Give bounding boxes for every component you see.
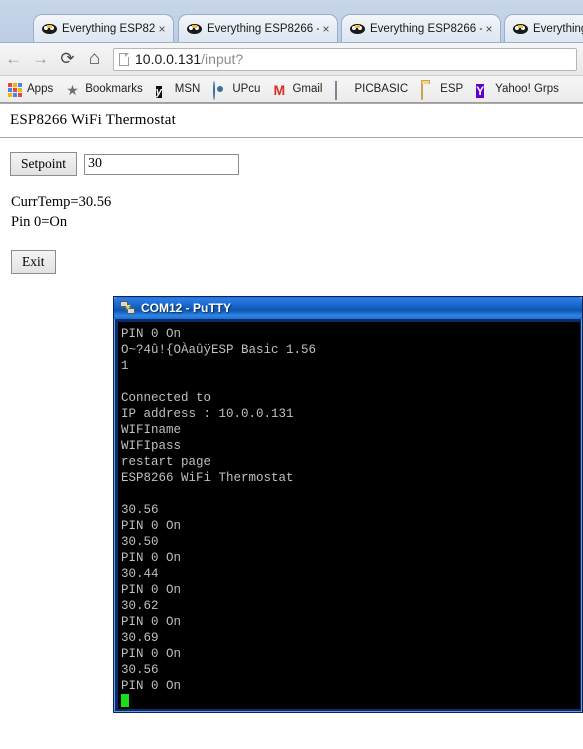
terminal-line: WIFIname bbox=[121, 423, 182, 437]
bookmark-picbasic[interactable]: PICBASIC bbox=[335, 81, 409, 100]
terminal-line: WIFIpass bbox=[121, 439, 182, 453]
close-tab-icon[interactable]: × bbox=[155, 23, 169, 35]
terminal-line: PIN 0 On bbox=[121, 647, 182, 661]
setpoint-form: Setpoint bbox=[0, 138, 583, 176]
browser-tab-3[interactable]: Everything ESP8266 - × bbox=[341, 14, 501, 42]
gmail-glyph: M bbox=[273, 82, 286, 98]
bookmark-esp-folder[interactable]: ESP bbox=[421, 81, 464, 100]
bookmark-label: ESP bbox=[440, 83, 464, 95]
address-bar-text: 10.0.0.131/input? bbox=[135, 51, 243, 67]
navigation-toolbar: ← → ⟳ ⌂ 10.0.0.131/input? bbox=[0, 42, 583, 75]
bookmark-bookmarks[interactable]: ★ Bookmarks bbox=[66, 82, 143, 98]
terminal-line: PIN 0 On bbox=[121, 679, 182, 693]
tab-title: Everything ESP8266 - bbox=[62, 22, 155, 35]
browser-tab-1[interactable]: Everything ESP8266 - × bbox=[33, 14, 174, 42]
terminal-line: PIN 0 On bbox=[121, 327, 182, 341]
back-button[interactable]: ← bbox=[0, 46, 27, 72]
setpoint-input[interactable] bbox=[84, 153, 240, 175]
bookmarks-bar: Apps ★ Bookmarks y MSN UPcu M Gmail PICB… bbox=[0, 75, 583, 103]
site-favicon-icon bbox=[350, 22, 365, 36]
exit-row: Exit bbox=[0, 232, 583, 274]
site-favicon-icon bbox=[42, 22, 57, 36]
apps-grid-icon bbox=[8, 82, 23, 97]
terminal-line: 30.62 bbox=[121, 599, 159, 613]
bookmark-apps[interactable]: Apps bbox=[8, 82, 54, 97]
page-document-icon bbox=[119, 52, 129, 66]
current-temp-text: CurrTemp=30.56 bbox=[11, 194, 112, 210]
putty-title-bar[interactable]: COM12 - PuTTY bbox=[114, 297, 582, 319]
site-favicon-icon bbox=[187, 22, 202, 36]
reload-button[interactable]: ⟳ bbox=[54, 46, 81, 72]
bookmark-upcu[interactable]: UPcu bbox=[213, 81, 261, 100]
upcu-icon bbox=[213, 81, 228, 100]
terminal-line: 30.44 bbox=[121, 567, 159, 581]
bookmark-label: Apps bbox=[27, 83, 54, 95]
terminal-line: 1 bbox=[121, 359, 129, 373]
bookmark-label: Bookmarks bbox=[85, 83, 143, 95]
terminal-line: PIN 0 On bbox=[121, 583, 182, 597]
folder-icon bbox=[421, 81, 436, 100]
tab-title: Everything ESP8266 - bbox=[207, 22, 319, 35]
yahoo-glyph: Y bbox=[476, 84, 485, 98]
terminal-line: 30.56 bbox=[121, 503, 159, 517]
terminal-cursor-line bbox=[121, 694, 580, 709]
terminal-line: PIN 0 On bbox=[121, 519, 182, 533]
tab-title: Everything bbox=[533, 22, 583, 35]
status-readout: CurrTemp=30.56 Pin 0=On bbox=[0, 176, 583, 232]
close-tab-icon[interactable]: × bbox=[482, 23, 496, 35]
screen: Everything ESP8266 - × Everything ESP826… bbox=[0, 0, 583, 749]
address-bar[interactable]: 10.0.0.131/input? bbox=[113, 47, 577, 71]
bookmark-label: MSN bbox=[174, 83, 201, 95]
putty-window-title: COM12 - PuTTY bbox=[141, 301, 232, 315]
pin-state-text: Pin 0=On bbox=[11, 214, 68, 230]
exit-button[interactable]: Exit bbox=[11, 250, 56, 274]
url-host: 10.0.0.131 bbox=[135, 51, 202, 67]
terminal-line: 30.69 bbox=[121, 631, 159, 645]
terminal-cursor bbox=[121, 694, 129, 707]
close-tab-icon[interactable]: × bbox=[319, 23, 333, 35]
home-button[interactable]: ⌂ bbox=[81, 46, 108, 72]
url-path: /input? bbox=[201, 51, 244, 67]
terminal-output[interactable]: PIN 0 On O~?4û!{OÀaûÿESP Basic 1.56 1 Conn… bbox=[118, 322, 580, 709]
terminal-line: 30.56 bbox=[121, 663, 159, 677]
tab-strip: Everything ESP8266 - × Everything ESP826… bbox=[0, 0, 583, 42]
terminal-line: O~?4û!{OÀaûÿESP Basic 1.56 bbox=[121, 343, 317, 357]
forward-button[interactable]: → bbox=[27, 46, 54, 72]
bookmark-yahoo-grps[interactable]: Y Yahoo! Grps bbox=[476, 82, 559, 98]
bookmark-dilbert[interactable]: Dilb bbox=[572, 82, 583, 96]
picbasic-icon bbox=[335, 81, 350, 100]
bookmark-label: UPcu bbox=[232, 83, 261, 95]
terminal-line: PIN 0 On bbox=[121, 551, 182, 565]
terminal-line: IP address : 10.0.0.131 bbox=[121, 407, 294, 421]
gmail-icon: M bbox=[273, 82, 288, 98]
site-favicon-icon bbox=[513, 22, 528, 36]
star-icon: ★ bbox=[66, 82, 79, 98]
bookmark-label: PICBASIC bbox=[354, 83, 409, 95]
bookmark-msn[interactable]: y MSN bbox=[155, 82, 201, 98]
browser-chrome: Everything ESP8266 - × Everything ESP826… bbox=[0, 0, 583, 103]
dilbert-icon bbox=[572, 82, 583, 96]
terminal-line: ESP8266 WiFi Thermostat bbox=[121, 471, 294, 485]
bookmark-label: Gmail bbox=[292, 83, 323, 95]
bookmark-label: Yahoo! Grps bbox=[495, 83, 559, 95]
putty-app-icon bbox=[120, 300, 136, 316]
msn-glyph: y bbox=[155, 86, 162, 98]
terminal-line: PIN 0 On bbox=[121, 615, 182, 629]
msn-icon: y bbox=[155, 82, 171, 98]
terminal-line: restart page bbox=[121, 455, 212, 469]
yahoo-icon: Y bbox=[476, 82, 491, 98]
bookmark-gmail[interactable]: M Gmail bbox=[273, 82, 323, 98]
setpoint-button[interactable]: Setpoint bbox=[10, 152, 78, 176]
browser-tab-2[interactable]: Everything ESP8266 - × bbox=[178, 14, 338, 42]
putty-window[interactable]: COM12 - PuTTY PIN 0 On O~?4û!{OÀaûÿESP Ba… bbox=[113, 296, 583, 713]
terminal-line: 30.50 bbox=[121, 535, 159, 549]
tab-title: Everything ESP8266 - bbox=[370, 22, 482, 35]
terminal-line: Connected to bbox=[121, 391, 212, 405]
page-title: ESP8266 WiFi Thermostat bbox=[10, 112, 176, 128]
browser-tab-4[interactable]: Everything bbox=[504, 14, 583, 42]
